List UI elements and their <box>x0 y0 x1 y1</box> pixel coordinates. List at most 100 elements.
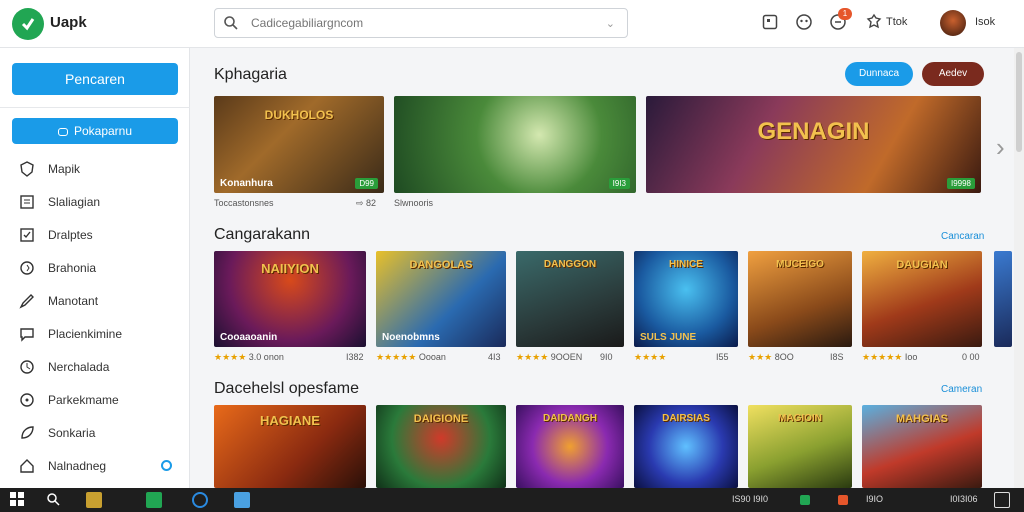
security-icon[interactable] <box>838 495 848 505</box>
card-meta: 9OOEN <box>550 352 583 362</box>
pen-icon <box>19 293 35 309</box>
top-bar: Uapk ⌄ 1 Ttok Isok <box>0 0 1024 48</box>
browser-icon[interactable] <box>192 492 208 508</box>
primary-button[interactable]: Pencaren <box>12 63 178 95</box>
settings-icon[interactable] <box>864 12 884 32</box>
game-card[interactable]: HINICE SULS JUNE <box>634 251 738 347</box>
app-name[interactable]: Uapk <box>50 14 87 31</box>
check-square-icon <box>19 227 35 243</box>
game-card[interactable]: MAGIOIN <box>748 405 852 488</box>
card-meta: 8OO <box>774 352 794 362</box>
sidebar: Pencaren Pokaparnu Mapik Slaliagian Dral… <box>0 48 190 488</box>
featured-dark-button[interactable]: Aedev <box>922 62 984 86</box>
clock-icon <box>19 392 35 408</box>
card-meta: Ioo <box>904 352 918 362</box>
card-art-title: GENAGIN <box>757 118 870 145</box>
sidebar-item-label: Placienkimine <box>48 327 123 341</box>
shield-icon <box>19 161 35 177</box>
start-icon[interactable] <box>10 492 26 508</box>
game-card[interactable]: DAIGIONE <box>376 405 506 488</box>
network-icon[interactable] <box>800 495 810 505</box>
card-art-title: DAIRSIAS <box>662 413 710 424</box>
notifications-icon[interactable] <box>994 492 1010 508</box>
card-badge: I9998 <box>946 178 975 189</box>
sidebar-item-parkekmame[interactable]: Parkekmame <box>0 387 190 413</box>
search-box[interactable]: ⌄ <box>214 8 628 38</box>
status-indicator-icon <box>161 460 172 471</box>
sidebar-item-dralptes[interactable]: Dralptes <box>0 222 190 248</box>
avatar[interactable] <box>940 10 966 36</box>
app-logo-icon[interactable] <box>12 8 44 40</box>
card-rating: ★★★★ 3.0 onon <box>214 352 284 363</box>
rating-stars: ★★★★ <box>634 352 667 362</box>
featured-card-2[interactable]: I9I3 <box>394 96 636 193</box>
sidebar-item-sonkaria[interactable]: Sonkaria <box>0 420 190 446</box>
card-price: I55 <box>716 352 729 362</box>
game-card[interactable]: NAIIYION Cooaaoanin <box>214 251 366 347</box>
app-taskbar-icon[interactable] <box>146 492 162 508</box>
card-price: 0 00 <box>962 352 980 362</box>
window-icon[interactable] <box>760 12 780 32</box>
card-art-title: DUKHOLOS <box>264 108 334 122</box>
header-label[interactable]: Ttok <box>886 16 907 28</box>
game-card-partial[interactable] <box>994 251 1012 347</box>
section3-title: Dacehelsl opesfame <box>214 380 359 397</box>
sidebar-item-placienkimine[interactable]: Placienkimine <box>0 321 190 347</box>
card-art <box>994 251 1012 347</box>
card-art <box>394 96 636 193</box>
featured-price-1: ⇨ 82 <box>356 198 377 208</box>
sidebar-item-slaliagian[interactable]: Slaliagian <box>0 189 190 215</box>
scrollbar[interactable] <box>1014 48 1024 488</box>
user-name[interactable]: Isok <box>975 16 995 28</box>
card-rating: ★★★★ <box>634 352 666 363</box>
dropdown-icon[interactable]: ⌄ <box>606 17 615 30</box>
card-rating: ★★★★★ Oooan <box>376 352 446 363</box>
sidebar-item-label: Slaliagian <box>48 195 101 209</box>
folder-icon[interactable] <box>86 492 102 508</box>
card-art-title: HAGIANE <box>260 413 320 428</box>
sidebar-item-mapik[interactable]: Mapik <box>0 156 190 182</box>
card-meta: Oooan <box>418 352 446 362</box>
rating-stars: ★★★★ <box>516 352 549 362</box>
sidebar-item-label: Manotant <box>48 294 99 308</box>
card-price: 4I3 <box>488 352 501 362</box>
game-card[interactable]: DAIDANGH <box>516 405 624 488</box>
game-card[interactable]: MUCEIGO <box>748 251 852 347</box>
section3-link[interactable]: Cameran <box>941 384 982 395</box>
game-card[interactable]: DAUGIAN <box>862 251 982 347</box>
document-icon <box>19 194 35 210</box>
featured-blue-button[interactable]: Dunnaca <box>845 62 913 86</box>
section2-link[interactable]: Cancaran <box>941 231 984 242</box>
scrollbar-thumb[interactable] <box>1016 52 1022 152</box>
sidebar-item-brahonia[interactable]: Brahonia <box>0 255 190 281</box>
chat-icon <box>57 127 68 136</box>
card-art-title: DAUGIAN <box>896 259 948 271</box>
card-art-title: DANGOLAS <box>409 259 473 271</box>
game-card[interactable]: HAGIANE <box>214 405 366 488</box>
card-art-title: HINICE <box>669 259 703 270</box>
explorer-icon[interactable] <box>234 492 250 508</box>
tray-date: I0I3I06 <box>950 494 978 504</box>
card-label: SULS JUNE <box>640 332 697 343</box>
globe-icon <box>19 260 35 276</box>
chevron-right-icon[interactable]: › <box>996 132 1005 163</box>
secondary-button[interactable]: Pokaparnu <box>12 118 178 144</box>
card-label: Konanhura <box>220 178 273 189</box>
sidebar-item-manotant[interactable]: Manotant <box>0 288 190 314</box>
game-card[interactable]: DANGGON <box>516 251 624 347</box>
sidebar-item-label: Brahonia <box>48 261 97 275</box>
gamepad-icon[interactable] <box>794 12 814 32</box>
sidebar-item-nerchalada[interactable]: Nerchalada <box>0 354 190 380</box>
game-card[interactable]: DAIRSIAS <box>634 405 738 488</box>
search-icon[interactable] <box>46 492 62 508</box>
search-input[interactable] <box>251 14 591 32</box>
featured-caption-1: Toccastonsnes <box>214 198 274 208</box>
rating-stars: ★★★★★ <box>862 352 903 362</box>
game-card[interactable]: DANGOLAS Noenobmns <box>376 251 506 347</box>
featured-card-1[interactable]: DUKHOLOS Konanhura D99 <box>214 96 384 193</box>
card-art-title: DAIDANGH <box>543 413 597 424</box>
featured-card-3[interactable]: GENAGIN I9998 <box>646 96 981 193</box>
sidebar-item-nalnadneg[interactable]: Nalnadneg <box>0 453 190 479</box>
game-card[interactable]: MAHGIAS <box>862 405 982 488</box>
card-rating: ★★★ 8OO <box>748 352 794 363</box>
